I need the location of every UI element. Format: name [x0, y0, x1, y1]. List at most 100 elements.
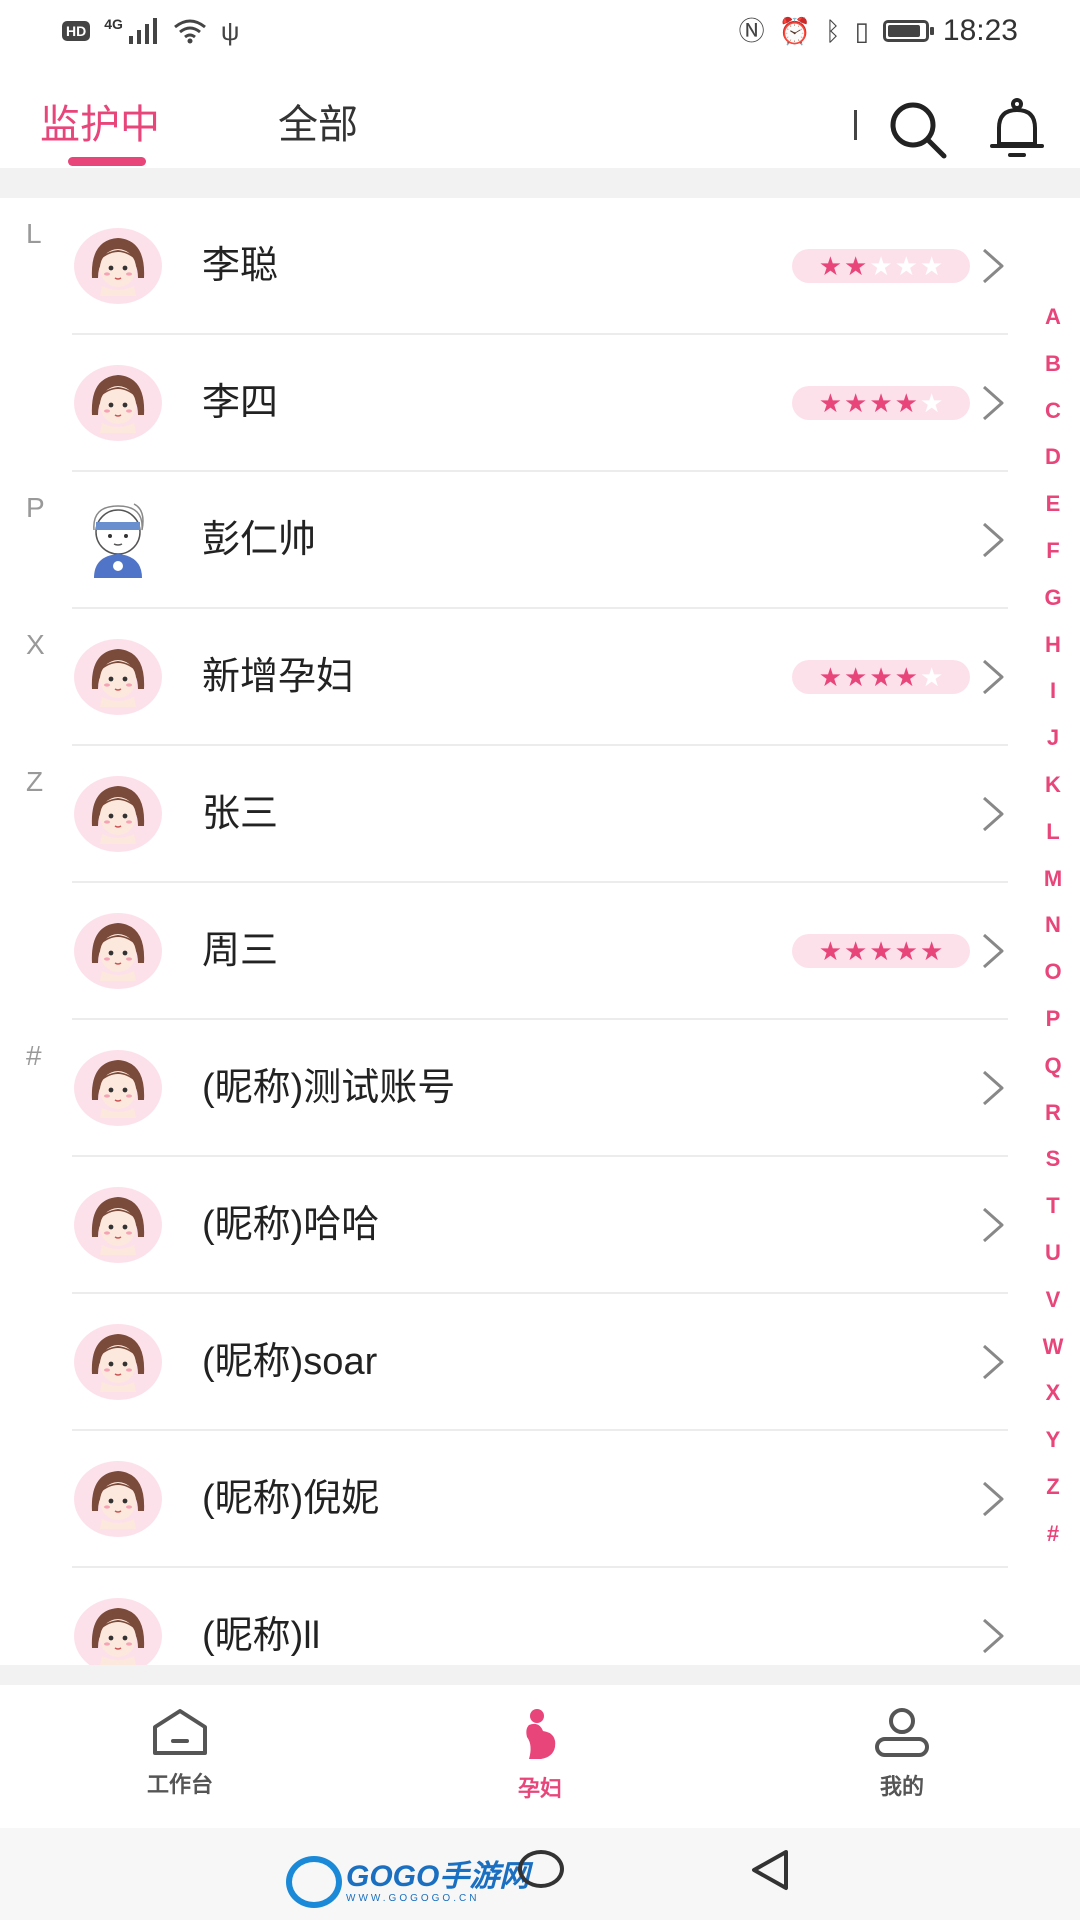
contact-name: 周三: [202, 930, 279, 972]
risk-rating: ★ ★ ★ ★ ★: [792, 660, 970, 694]
contact-name: 新增孕妇: [202, 656, 355, 698]
section-letter: P: [26, 492, 45, 523]
index-letter[interactable]: O: [1038, 949, 1068, 996]
star-filled-icon: ★: [818, 661, 843, 692]
star-filled-icon: ★: [818, 935, 843, 966]
nav-workbench[interactable]: 工作台: [100, 1707, 260, 1799]
index-letter[interactable]: K: [1038, 762, 1068, 809]
contact-row[interactable]: (昵称)哈哈: [0, 1157, 1030, 1294]
index-letter[interactable]: R: [1038, 1090, 1068, 1137]
system-back-button[interactable]: [748, 1848, 792, 1892]
index-letter[interactable]: E: [1038, 481, 1068, 528]
hd-badge: HD: [62, 21, 91, 41]
nav-pregnant[interactable]: 孕妇: [460, 1707, 620, 1803]
status-bar: HD 4G ψ Ⓝ ⏰ ᛒ ▯ 18:23: [0, 0, 1080, 62]
index-letter[interactable]: B: [1038, 341, 1068, 388]
contact-row[interactable]: 李四 ★ ★ ★ ★ ★: [0, 335, 1030, 472]
star-filled-icon: ★: [894, 387, 918, 418]
index-letter[interactable]: Q: [1038, 1043, 1068, 1090]
contact-name: (昵称)哈哈: [202, 1204, 380, 1246]
girl-avatar-icon: [72, 226, 164, 306]
star-empty-icon: ★: [919, 250, 944, 281]
alphabet-index[interactable]: A B C D E F G H I J K L M N O P Q R S T U V W X Y Z #: [1038, 294, 1068, 1558]
index-letter[interactable]: F: [1038, 528, 1068, 575]
girl-avatar-icon: [72, 911, 164, 991]
watermark: GOGO手游网 WWW.GOGOGO.CN: [286, 1856, 529, 1908]
index-letter[interactable]: J: [1038, 715, 1068, 762]
bell-icon[interactable]: [988, 98, 1046, 160]
index-letter[interactable]: X: [1038, 1370, 1068, 1417]
star-empty-icon: ★: [869, 250, 893, 281]
active-tab-indicator: [68, 157, 146, 166]
contact-list[interactable]: L 李聪 ★ ★ ★ ★ ★ 李四 ★ ★ ★ ★ ★ P 彭仁帅 X 新增孕妇…: [0, 198, 1030, 1665]
index-letter[interactable]: W: [1038, 1324, 1068, 1371]
contact-name: (昵称)倪妮: [202, 1478, 380, 1520]
contact-row[interactable]: 周三 ★ ★ ★ ★ ★: [0, 883, 1030, 1020]
index-letter[interactable]: T: [1038, 1183, 1068, 1230]
contact-row[interactable]: # (昵称)测试账号: [0, 1020, 1030, 1157]
contact-row[interactable]: L 李聪 ★ ★ ★ ★ ★: [0, 198, 1030, 335]
index-letter[interactable]: Y: [1038, 1417, 1068, 1464]
tab-monitoring[interactable]: 监护中: [40, 100, 160, 150]
star-empty-icon: ★: [919, 387, 944, 418]
tab-all[interactable]: 全部: [278, 100, 358, 150]
section-letter: X: [26, 629, 45, 660]
index-letter[interactable]: #: [1038, 1511, 1068, 1558]
chevron-right-icon: [980, 522, 1006, 558]
chevron-right-icon: [980, 796, 1006, 832]
contact-row[interactable]: Z 张三: [0, 746, 1030, 883]
contact-row[interactable]: X 新增孕妇 ★ ★ ★ ★ ★: [0, 609, 1030, 746]
star-filled-icon: ★: [894, 935, 918, 966]
index-letter[interactable]: M: [1038, 856, 1068, 903]
status-right: Ⓝ ⏰ ᛒ ▯ 18:23: [739, 14, 1018, 48]
contact-row[interactable]: P 彭仁帅: [0, 472, 1030, 609]
wifi-icon: [173, 19, 206, 44]
index-letter[interactable]: G: [1038, 575, 1068, 622]
star-empty-icon: ★: [919, 661, 944, 692]
header: 监护中 全部: [0, 62, 1080, 168]
index-letter[interactable]: Z: [1038, 1464, 1068, 1511]
index-letter[interactable]: V: [1038, 1277, 1068, 1324]
index-letter[interactable]: L: [1038, 809, 1068, 856]
risk-rating: ★ ★ ★ ★ ★: [792, 934, 970, 968]
bottom-separator: [0, 1665, 1080, 1685]
vibrate-icon: ▯: [854, 16, 869, 46]
section-letter: L: [26, 218, 42, 249]
user-icon: [875, 1708, 929, 1757]
chevron-right-icon: [980, 1344, 1006, 1380]
contact-row[interactable]: (昵称)soar: [0, 1294, 1030, 1431]
index-letter[interactable]: C: [1038, 388, 1068, 435]
index-letter[interactable]: S: [1038, 1136, 1068, 1183]
contact-row[interactable]: (昵称)倪妮: [0, 1431, 1030, 1568]
usb-icon: ψ: [220, 16, 240, 46]
contact-name: (昵称)测试账号: [202, 1067, 456, 1109]
star-filled-icon: ★: [844, 935, 868, 966]
chevron-right-icon: [980, 385, 1006, 421]
star-filled-icon: ★: [844, 661, 868, 692]
girl-avatar-icon: [72, 363, 164, 443]
risk-rating: ★ ★ ★ ★ ★: [792, 249, 970, 283]
watermark-text: GOGO手游网: [346, 1859, 530, 1893]
contact-name: 彭仁帅: [202, 519, 317, 561]
search-icon[interactable]: [886, 98, 948, 160]
index-letter[interactable]: U: [1038, 1230, 1068, 1277]
index-letter[interactable]: P: [1038, 996, 1068, 1043]
bluetooth-icon: ᛒ: [825, 16, 841, 46]
contact-row[interactable]: (昵称)ll: [0, 1568, 1030, 1665]
pregnant-icon: [526, 1709, 556, 1759]
index-letter[interactable]: A: [1038, 294, 1068, 341]
girl-avatar-icon: [72, 637, 164, 717]
nav-pregnant-label: 孕妇: [517, 1776, 562, 1801]
system-home-button[interactable]: [518, 1850, 564, 1888]
index-letter[interactable]: H: [1038, 622, 1068, 669]
contact-name: 张三: [202, 793, 279, 835]
star-empty-icon: ★: [894, 250, 918, 281]
chevron-right-icon: [980, 659, 1006, 695]
contact-name: 李四: [202, 382, 279, 424]
nav-mine[interactable]: 我的: [822, 1707, 982, 1801]
contact-name: (昵称)soar: [202, 1341, 378, 1383]
index-letter[interactable]: D: [1038, 434, 1068, 481]
index-letter[interactable]: I: [1038, 668, 1068, 715]
star-filled-icon: ★: [894, 661, 918, 692]
index-letter[interactable]: N: [1038, 902, 1068, 949]
